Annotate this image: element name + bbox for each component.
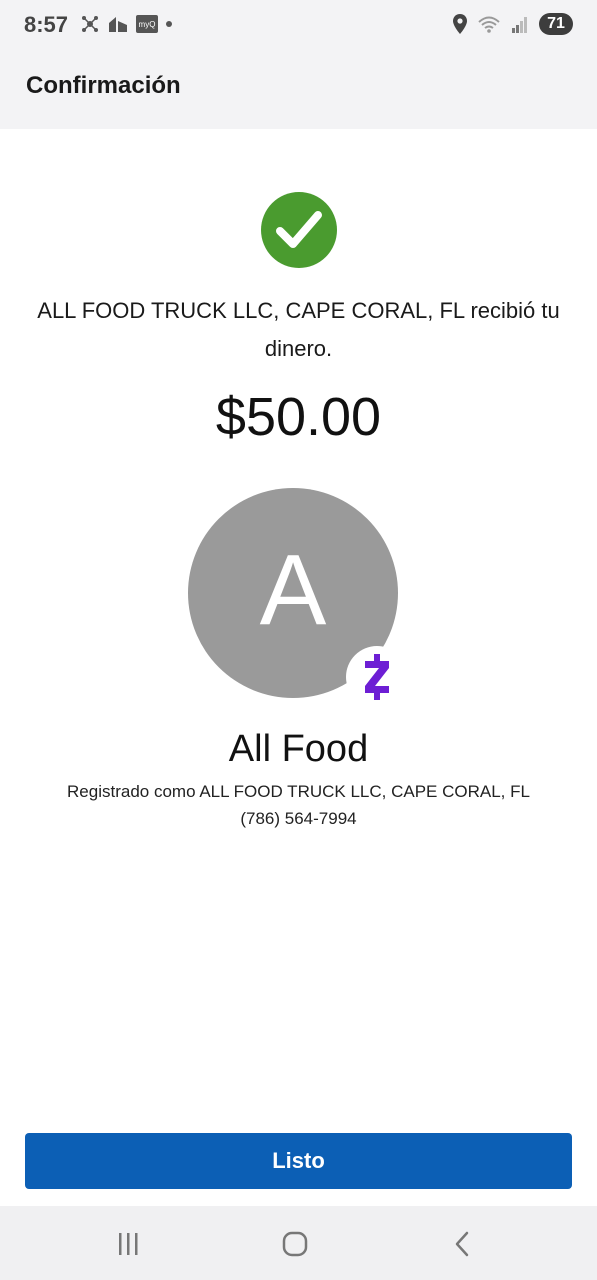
zelle-badge [346, 646, 408, 708]
location-icon [453, 14, 467, 34]
success-check-icon [261, 192, 337, 268]
signal-icon [512, 17, 527, 33]
registered-as-text: Registrado como ALL FOOD TRUCK LLC, CAPE… [67, 782, 530, 801]
app-header: Confirmación [0, 52, 597, 129]
wifi-icon [478, 16, 500, 33]
payment-amount: $50.00 [215, 387, 382, 447]
battery-level: 71 [547, 15, 565, 32]
confirmation-message: ALL FOOD TRUCK LLC, CAPE CORAL, FL recib… [37, 298, 560, 361]
status-system-icons: 71 [453, 13, 573, 35]
page-title: Confirmación [26, 72, 181, 99]
confirmation-screen: 8:57 myQ 71 Confirmación ALL FOOD TRUCK … [0, 0, 597, 1280]
status-notification-icons: myQ [80, 14, 172, 34]
recipient-phone: (786) 564-7994 [240, 809, 357, 828]
home-icon [282, 1231, 308, 1257]
notification-dot-icon [166, 21, 172, 27]
recipient-name: All Food [228, 728, 369, 770]
zelle-logo-icon [365, 654, 389, 700]
network-hub-icon [82, 16, 98, 32]
back-button[interactable] [442, 1226, 482, 1262]
recipient-details: Registrado como ALL FOOD TRUCK LLC, CAPE… [20, 778, 577, 832]
recents-button[interactable] [108, 1226, 148, 1262]
battery-icon: 71 [539, 13, 573, 35]
myq-icon: myQ [136, 15, 158, 33]
status-time: 8:57 [24, 12, 69, 37]
avatar-initial: A [259, 534, 327, 646]
home-button[interactable] [275, 1226, 315, 1262]
back-icon [455, 1231, 469, 1257]
system-nav-bar [0, 1206, 597, 1280]
check-icon [276, 211, 322, 248]
home-app-icon [109, 17, 127, 32]
status-bar: 8:57 myQ 71 [0, 0, 597, 52]
done-button[interactable]: Listo [25, 1133, 572, 1189]
recents-icon [119, 1233, 138, 1255]
myq-label: myQ [138, 19, 156, 29]
